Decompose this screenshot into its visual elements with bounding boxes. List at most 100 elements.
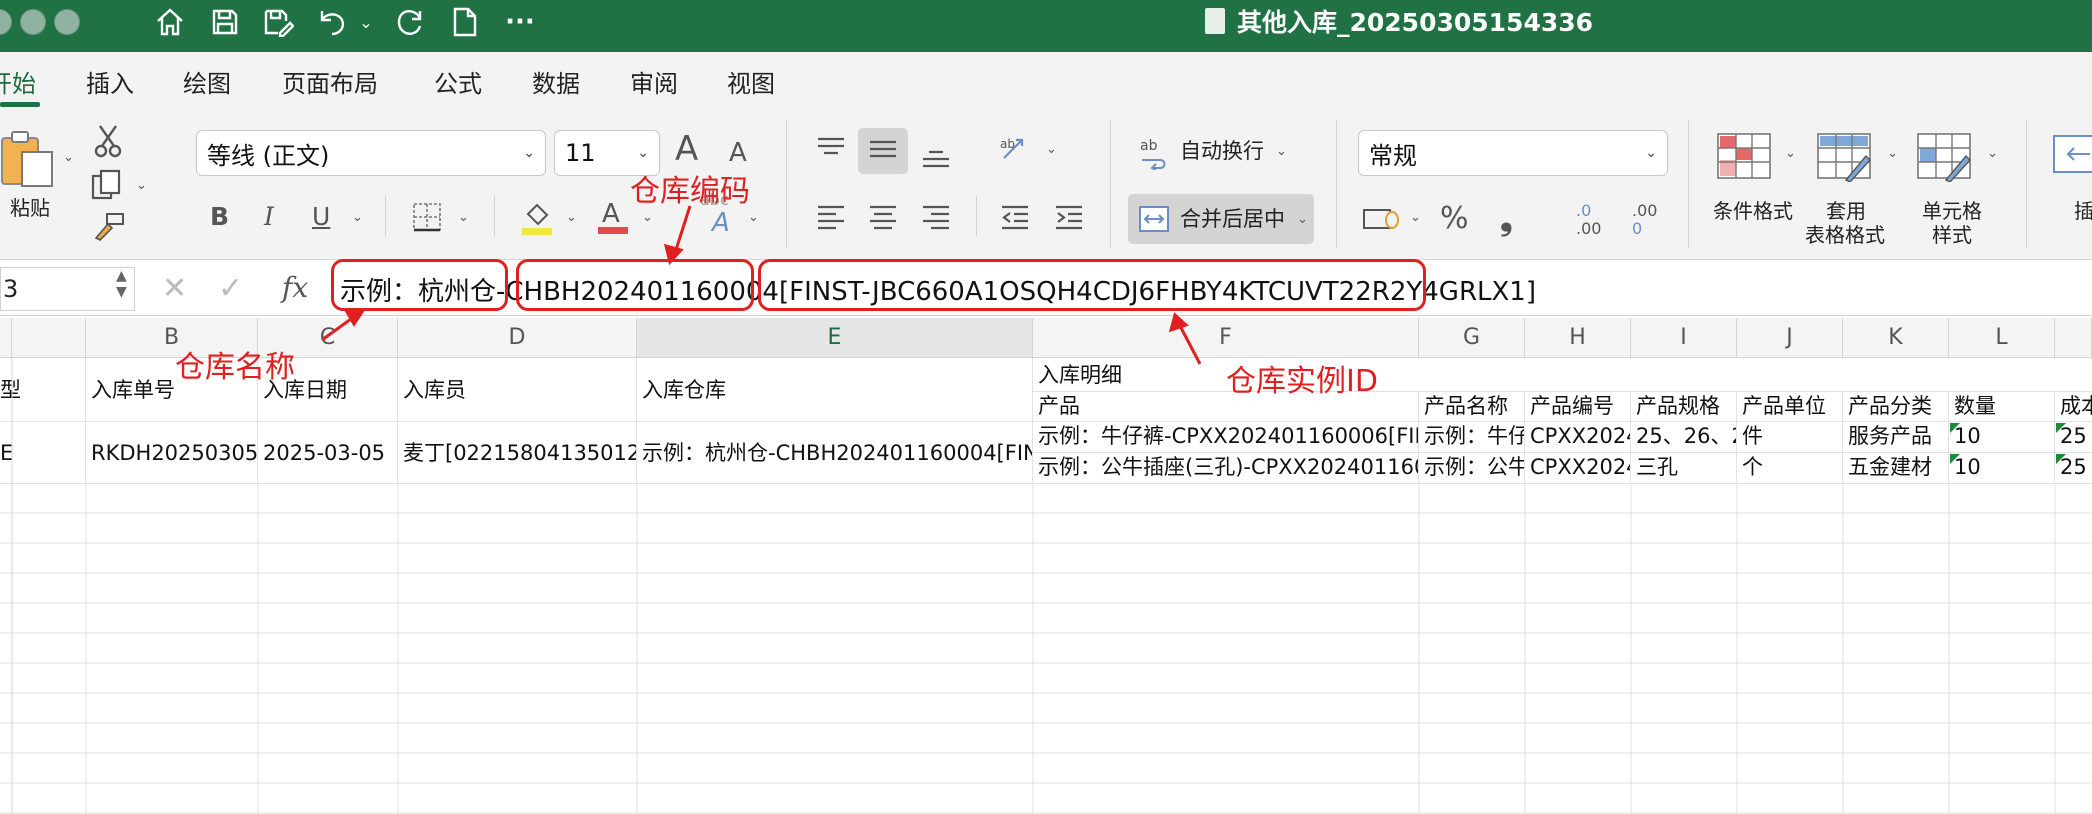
paste-dropdown-chevron-icon[interactable]: ⌄	[63, 150, 74, 165]
detail-row-2-qty[interactable]: 10	[1949, 453, 2055, 484]
copy-icon[interactable]	[90, 168, 124, 207]
phonetic-chevron-icon[interactable]: ⌄	[748, 210, 759, 225]
conditional-format-label[interactable]: 条件格式	[1713, 198, 1793, 224]
data-cell-order-no[interactable]: RKDH202503050001	[86, 422, 258, 484]
detail-header-unit[interactable]: 产品单位	[1737, 392, 1843, 422]
number-format-select[interactable]: 常规 ⌄	[1358, 130, 1668, 176]
copy-dropdown-chevron-icon[interactable]: ⌄	[136, 178, 147, 193]
phonetic-guide-icon[interactable]: A	[712, 210, 730, 236]
detail-row-1-qty[interactable]: 10	[1949, 422, 2055, 453]
close-window-button[interactable]	[0, 9, 12, 35]
column-header-g[interactable]: G	[1419, 318, 1525, 358]
tab-formulas[interactable]: 公式	[434, 64, 482, 99]
detail-row-2-category[interactable]: 五金建材	[1843, 453, 1949, 484]
name-box-stepper[interactable]: ▲ ▼	[116, 268, 127, 300]
data-cell-warehouse[interactable]: 示例：杭州仓-CHBH202401160004[FINST-JBC660A1OS…	[637, 422, 1033, 484]
minimize-window-button[interactable]	[20, 9, 46, 35]
header-cell-d[interactable]: 入库员	[398, 358, 637, 422]
detail-row-2-unit[interactable]: 个	[1737, 453, 1843, 484]
font-color-icon[interactable]: A	[596, 198, 630, 241]
column-header-i[interactable]: I	[1631, 318, 1737, 358]
worksheet-grid[interactable]: B C D E F G H I J K L 型 入库单号 入库日期 入库员 入库…	[0, 318, 2092, 814]
detail-row-2-product[interactable]: 示例：公牛插座(三孔)-CPXX202401160	[1033, 453, 1419, 484]
cancel-entry-icon[interactable]: ✕	[162, 274, 187, 304]
cell-styles-icon[interactable]	[1916, 132, 1972, 187]
grow-font-icon[interactable]: A	[675, 132, 698, 166]
detail-header-name[interactable]: 产品名称	[1419, 392, 1525, 422]
data-cell-a[interactable]: E	[0, 422, 86, 484]
format-as-table-label-2[interactable]: 表格格式	[1805, 222, 1885, 248]
detail-header-cost[interactable]: 成本	[2055, 392, 2092, 422]
tab-draw[interactable]: 绘图	[183, 64, 231, 99]
column-header-h[interactable]: H	[1525, 318, 1631, 358]
home-icon[interactable]	[150, 2, 190, 42]
column-header-k[interactable]: K	[1843, 318, 1949, 358]
merge-center-icon[interactable]	[1138, 204, 1170, 239]
detail-header-category[interactable]: 产品分类	[1843, 392, 1949, 422]
detail-row-1-category[interactable]: 服务产品	[1843, 422, 1949, 453]
fill-color-chevron-icon[interactable]: ⌄	[566, 210, 577, 225]
wrap-text-label[interactable]: 自动换行	[1180, 138, 1264, 164]
shrink-font-icon[interactable]: A	[729, 140, 747, 166]
percent-style-button[interactable]: %	[1440, 204, 1469, 234]
underline-button[interactable]: U	[312, 204, 330, 229]
zoom-window-button[interactable]	[54, 9, 80, 35]
align-center-icon[interactable]	[868, 204, 898, 235]
insert-cells-label[interactable]: 插	[2074, 198, 2092, 224]
undo-icon[interactable]	[312, 2, 352, 42]
conditional-format-icon[interactable]	[1716, 132, 1772, 185]
tab-review[interactable]: 审阅	[630, 64, 678, 99]
cut-icon[interactable]	[94, 124, 122, 163]
merge-center-chevron-icon[interactable]: ⌄	[1297, 212, 1308, 227]
data-cell-date[interactable]: 2025-03-05	[258, 422, 398, 484]
accounting-format-icon[interactable]	[1362, 204, 1400, 239]
increase-decimal-button[interactable]: .0.00	[1576, 202, 1601, 238]
column-header-e[interactable]: E	[637, 318, 1033, 358]
italic-button[interactable]: I	[264, 204, 274, 229]
cell-styles-label-1[interactable]: 单元格	[1922, 198, 1982, 224]
column-header-m[interactable]	[2055, 318, 2092, 358]
header-cell-a[interactable]: 型	[0, 358, 86, 422]
tab-view[interactable]: 视图	[727, 64, 775, 99]
undo-dropdown-chevron-icon[interactable]: ⌄	[356, 2, 376, 42]
format-as-table-chevron-icon[interactable]: ⌄	[1887, 146, 1898, 161]
comma-style-button[interactable]: ❟	[1500, 202, 1513, 234]
header-cell-e[interactable]: 入库仓库	[637, 358, 1033, 422]
detail-header-code[interactable]: 产品编号	[1525, 392, 1631, 422]
column-header-d[interactable]: D	[398, 318, 637, 358]
redo-refresh-icon[interactable]	[390, 2, 430, 42]
detail-row-1-product[interactable]: 示例：牛仔裤-CPXX202401160006[FINST	[1033, 422, 1419, 453]
borders-chevron-icon[interactable]: ⌄	[458, 210, 469, 225]
detail-header-spec[interactable]: 产品规格	[1631, 392, 1737, 422]
fill-color-icon[interactable]	[520, 200, 554, 241]
merge-center-label[interactable]: 合并后居中	[1180, 206, 1285, 232]
more-options-icon[interactable]: ···	[495, 2, 545, 42]
detail-row-1-name[interactable]: 示例：牛仔裤	[1419, 422, 1525, 453]
format-painter-icon[interactable]	[92, 210, 126, 247]
conditional-format-chevron-icon[interactable]: ⌄	[1785, 146, 1796, 161]
increase-indent-icon[interactable]	[1054, 204, 1084, 235]
orientation-chevron-icon[interactable]: ⌄	[1046, 142, 1057, 157]
detail-row-2-spec[interactable]: 三孔	[1631, 453, 1737, 484]
accounting-chevron-icon[interactable]: ⌄	[1410, 210, 1421, 225]
decrease-indent-icon[interactable]	[1000, 204, 1030, 235]
confirm-entry-icon[interactable]: ✓	[218, 274, 243, 304]
bold-button[interactable]: B	[210, 204, 229, 229]
text-orientation-icon[interactable]: ab	[998, 134, 1032, 169]
tab-page-layout[interactable]: 页面布局	[282, 64, 378, 99]
name-box[interactable]: 3	[0, 267, 135, 311]
detail-row-2-name[interactable]: 示例：公牛插座	[1419, 453, 1525, 484]
save-icon[interactable]	[205, 2, 245, 42]
decrease-decimal-button[interactable]: .00 0	[1632, 202, 1657, 238]
save-as-icon[interactable]	[258, 2, 298, 42]
cell-styles-label-2[interactable]: 样式	[1932, 222, 1972, 248]
align-bottom-icon[interactable]	[921, 144, 951, 175]
header-cell-f-merged[interactable]: 入库明细	[1033, 358, 2092, 392]
insert-cells-icon[interactable]	[2050, 132, 2092, 181]
font-color-chevron-icon[interactable]: ⌄	[642, 210, 653, 225]
column-header-a2[interactable]	[12, 318, 86, 358]
wrap-text-chevron-icon[interactable]: ⌄	[1276, 144, 1287, 159]
detail-row-2-code[interactable]: CPXX202401160	[1525, 453, 1631, 484]
borders-icon[interactable]	[412, 202, 442, 237]
wrap-text-icon[interactable]: ab	[1138, 136, 1170, 175]
